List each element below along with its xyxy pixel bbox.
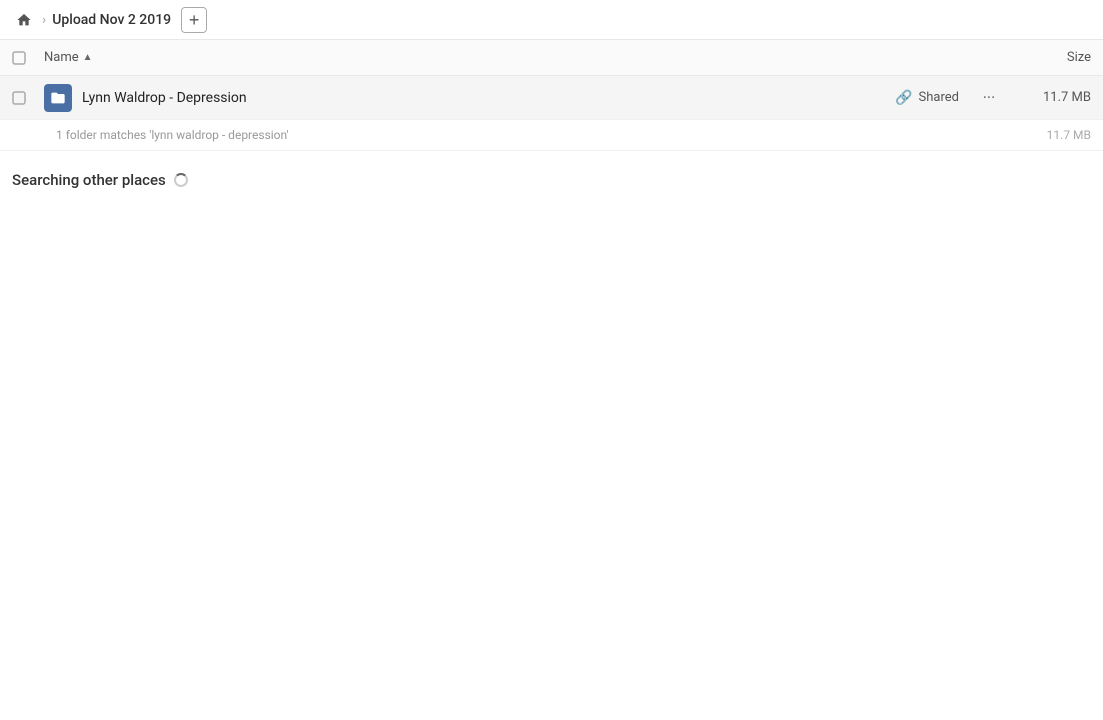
row-checkbox[interactable]: [12, 91, 36, 105]
match-text: 1 folder matches 'lynn waldrop - depress…: [56, 128, 1011, 142]
sort-arrow-icon: ▲: [83, 52, 93, 63]
column-headers: Name ▲ Size: [0, 40, 1103, 76]
match-row: 1 folder matches 'lynn waldrop - depress…: [0, 120, 1103, 151]
file-size: 11.7 MB: [1011, 90, 1091, 105]
breadcrumb-separator: ›: [42, 12, 46, 28]
loading-spinner: [174, 173, 188, 187]
file-row[interactable]: Lynn Waldrop - Depression 🔗 Shared ··· 1…: [0, 76, 1103, 120]
searching-section: Searching other places: [0, 151, 1103, 199]
size-column-header[interactable]: Size: [1011, 50, 1091, 65]
match-size: 11.7 MB: [1011, 128, 1091, 142]
breadcrumb-item[interactable]: Upload Nov 2 2019: [52, 12, 171, 28]
home-button[interactable]: [12, 8, 36, 32]
searching-title: Searching other places: [12, 171, 166, 189]
select-all-checkbox[interactable]: [12, 51, 36, 65]
link-icon: 🔗: [895, 90, 912, 106]
shared-area: 🔗 Shared: [895, 90, 959, 106]
top-bar: › Upload Nov 2 2019 +: [0, 0, 1103, 40]
add-button[interactable]: +: [181, 7, 207, 33]
file-name: Lynn Waldrop - Depression: [82, 90, 895, 106]
more-options-button[interactable]: ···: [975, 84, 1003, 112]
shared-label: Shared: [919, 90, 959, 105]
folder-icon: [44, 84, 72, 112]
name-column-header[interactable]: Name ▲: [44, 50, 1011, 65]
